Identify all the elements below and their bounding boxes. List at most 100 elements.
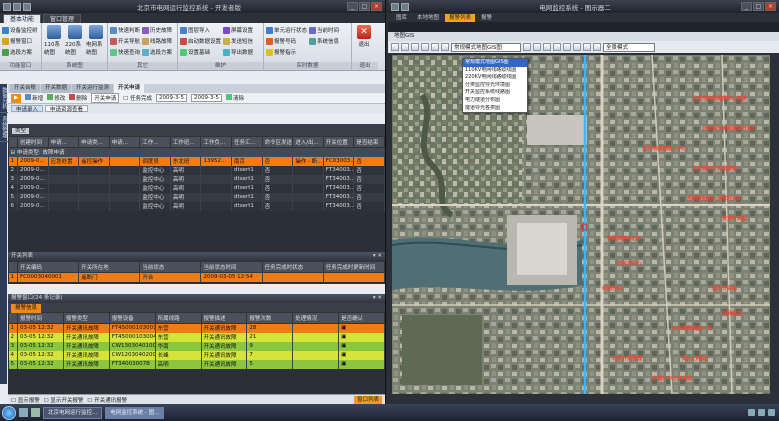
btn-grid-diagram[interactable]: 电网系统图 bbox=[86, 25, 105, 56]
map-type-select[interactable]: 常规模式地图GIS图 bbox=[451, 42, 521, 52]
app-icon[interactable] bbox=[3, 2, 11, 11]
ribbon-item-unit-status[interactable]: 单元运行状态 bbox=[266, 25, 307, 35]
alarm-column-header[interactable]: 报警时间 bbox=[17, 312, 64, 324]
start-button[interactable] bbox=[2, 405, 16, 420]
map-station-label[interactable]: 电网监控 bbox=[722, 310, 742, 317]
tab-switch-request[interactable]: 开关申请 bbox=[114, 84, 145, 93]
subtab-request-entry[interactable]: 申请录入 bbox=[11, 105, 44, 113]
tab-alarm-info[interactable]: 报警信息 bbox=[11, 304, 42, 313]
ribbon-tab-library[interactable]: 图库 bbox=[392, 14, 411, 22]
date-from-input[interactable]: 2009-3-5 bbox=[156, 94, 187, 102]
request-column-header[interactable]: 创建时间 bbox=[17, 136, 49, 148]
select-icon[interactable] bbox=[553, 43, 561, 51]
map-station-label[interactable]: 电网调控中心B bbox=[607, 235, 641, 242]
alarm-row[interactable]: 1 03-05 12:32 开关通讯故障 FT45000103001 东营 开关通讯故障 2… bbox=[8, 323, 385, 333]
ribbon-item-base-setting[interactable]: 设置基础 bbox=[180, 47, 221, 57]
zoom-out-icon[interactable] bbox=[533, 43, 541, 51]
back-icon[interactable] bbox=[391, 43, 399, 51]
print-icon[interactable] bbox=[441, 43, 449, 51]
pan-icon[interactable] bbox=[543, 43, 551, 51]
ribbon-item-segment-plan[interactable]: 选段方案 bbox=[2, 47, 39, 57]
tab-switch-ledger[interactable]: 开关台账 bbox=[10, 84, 41, 93]
ribbon-item-alarm-window[interactable]: 报警窗口 bbox=[2, 36, 39, 46]
map-type-option[interactable]: 110KV电网线路缆线图 bbox=[463, 67, 527, 75]
minimize-button[interactable]: _ bbox=[741, 2, 752, 11]
zoom-in-icon[interactable] bbox=[523, 43, 531, 51]
map-type-option[interactable]: 开关监控系统线路图 bbox=[463, 89, 527, 97]
satellite-map[interactable]: 北京市电网调度中心开关 北京城市电网测试开关C 东北电网调度分中心 北京城市开关调度站… bbox=[392, 55, 770, 394]
add-button[interactable]: 新增 bbox=[25, 94, 43, 102]
request-row[interactable]: 4 2009-0... 监控中心 高明 dtsert1 否 FT34003... 否 bbox=[8, 183, 385, 193]
switch-column-header[interactable]: 任务完成时状态 bbox=[261, 261, 324, 273]
switch-column-header[interactable]: 任务完成时更新时间 bbox=[322, 261, 385, 273]
request-column-header[interactable]: 开关位置 bbox=[322, 136, 355, 148]
sidebar-item-data-analysis[interactable]: 数据分析 bbox=[0, 84, 8, 113]
home-icon[interactable] bbox=[431, 43, 439, 51]
request-column-header[interactable]: 工作班... bbox=[169, 136, 202, 148]
request-group-row[interactable]: ⊟ 申请类型: 故障申请 bbox=[8, 147, 385, 157]
pin-icon[interactable]: ▾ ✕ bbox=[373, 294, 385, 303]
alarm-column-header[interactable]: 报警次数 bbox=[246, 312, 294, 324]
ribbon-tab-basic[interactable]: 基本功能 bbox=[3, 14, 42, 23]
grid-icon[interactable] bbox=[593, 43, 601, 51]
ribbon-item-alarm-indicator[interactable]: 报警指示 bbox=[266, 47, 307, 57]
switch-column-header[interactable]: 当前状态时间 bbox=[200, 261, 263, 273]
alarm-row[interactable]: 4 03-05 12:32 开关通讯故障 CW12030402004 长峰 开关通讯故障 7… bbox=[8, 350, 385, 360]
map-station-label[interactable]: 北京开关管理 bbox=[612, 355, 642, 362]
request-column-header[interactable]: 工作负... bbox=[200, 136, 233, 148]
sidebar-item-system-manage[interactable]: 系统管理 bbox=[0, 113, 8, 142]
identify-icon[interactable] bbox=[573, 43, 581, 51]
request-column-header[interactable]: 申请类... bbox=[78, 136, 110, 148]
maximize-button[interactable]: □ bbox=[359, 2, 370, 11]
map-station-label[interactable]: 东北电网调度分中心 bbox=[642, 145, 687, 152]
clear-button[interactable]: 清除 bbox=[225, 94, 244, 102]
status-switch-comm-alarm[interactable]: ☐ 开关通讯报警 bbox=[87, 396, 127, 404]
maximize-button[interactable]: □ bbox=[753, 2, 764, 11]
alarm-column-header[interactable]: 报警设备 bbox=[108, 312, 156, 324]
request-row[interactable]: 5 2009-0... 监控中心 高明 dtsert1 否 FT34003... 否 bbox=[8, 192, 385, 202]
ribbon-item-import-layer[interactable]: 图层导入 bbox=[180, 25, 221, 35]
map-station-label[interactable]: 北京城市开关调度站 bbox=[692, 165, 737, 172]
ribbon-item-history-fault[interactable]: 历史故障 bbox=[142, 25, 172, 35]
undo-icon[interactable] bbox=[23, 2, 31, 11]
layer-icon[interactable] bbox=[421, 43, 429, 51]
ribbon-tab-alarm[interactable]: 报警 bbox=[477, 14, 496, 22]
alarm-column-header[interactable]: 是否确认 bbox=[338, 312, 385, 324]
request-column-header[interactable]: 任务汇... bbox=[231, 136, 263, 148]
ribbon-item-line-fault[interactable]: 线路故障 bbox=[142, 36, 172, 46]
delete-button[interactable]: 删除 bbox=[69, 94, 87, 102]
ribbon-tab-local-map[interactable]: 本地地图 bbox=[413, 14, 443, 22]
tab-switch-data[interactable]: 开关数据 bbox=[41, 84, 72, 93]
tab-switch-monitor[interactable]: 开关运行监测 bbox=[72, 84, 114, 93]
request-column-header[interactable]: 申请... bbox=[47, 136, 80, 148]
status-show-alarm[interactable]: ☐ 显示报警 bbox=[11, 396, 40, 404]
close-button[interactable]: × bbox=[371, 2, 382, 11]
alarm-column-header[interactable]: 报警描述 bbox=[200, 312, 248, 324]
request-column-header[interactable]: 申请... bbox=[108, 136, 141, 148]
ribbon-item-switch-nav[interactable]: 开关导航 bbox=[110, 36, 140, 46]
clock-icon[interactable] bbox=[768, 409, 775, 416]
quicklaunch-icon[interactable] bbox=[19, 408, 28, 417]
request-row[interactable]: 6 2009-0... 监控中心 高明 dtsert1 否 FT34003... 否 bbox=[8, 201, 385, 211]
modify-button[interactable]: 修改 bbox=[47, 94, 65, 102]
measure-icon[interactable] bbox=[563, 43, 571, 51]
map-type-option[interactable]: 隧道导光各类图 bbox=[463, 105, 527, 113]
request-column-header[interactable]: 工作... bbox=[139, 136, 171, 148]
alarm-column-header[interactable]: 处理情况 bbox=[292, 312, 340, 324]
pin-icon[interactable]: ▾ ✕ bbox=[373, 252, 385, 261]
task-complete-checkbox[interactable]: ☐ 任务完成 bbox=[123, 94, 152, 102]
map-station-label[interactable]: 北京城市电网测试开关C bbox=[702, 125, 756, 132]
minimize-button[interactable]: _ bbox=[347, 2, 358, 11]
map-station-label[interactable]: 南大门电站 bbox=[682, 355, 707, 362]
request-row[interactable]: 1 2009-0... 应急处置 遥控操作 调度员 东北班 13952... 南京否操作 - … bbox=[8, 156, 385, 166]
alarm-row[interactable]: 3 03-05 12:32 开关通讯故障 CW13030401001 华南 开关通讯故障 9… bbox=[8, 341, 385, 351]
map-station-label[interactable]: 变电开关站 bbox=[722, 215, 747, 222]
save-icon[interactable] bbox=[13, 2, 21, 11]
tab-map-gis[interactable]: 地图GIS bbox=[388, 32, 779, 41]
view-mode-select[interactable]: 全景模式 bbox=[603, 42, 655, 52]
btn-220-diagram[interactable]: 220系统图 bbox=[65, 25, 84, 56]
ribbon-item-quick-query[interactable]: 快速查询 bbox=[110, 47, 140, 57]
volume-icon[interactable] bbox=[758, 409, 765, 416]
ribbon-item-export-data[interactable]: 导出数据 bbox=[223, 47, 253, 57]
request-column-header[interactable]: 进入/出... bbox=[292, 136, 324, 148]
